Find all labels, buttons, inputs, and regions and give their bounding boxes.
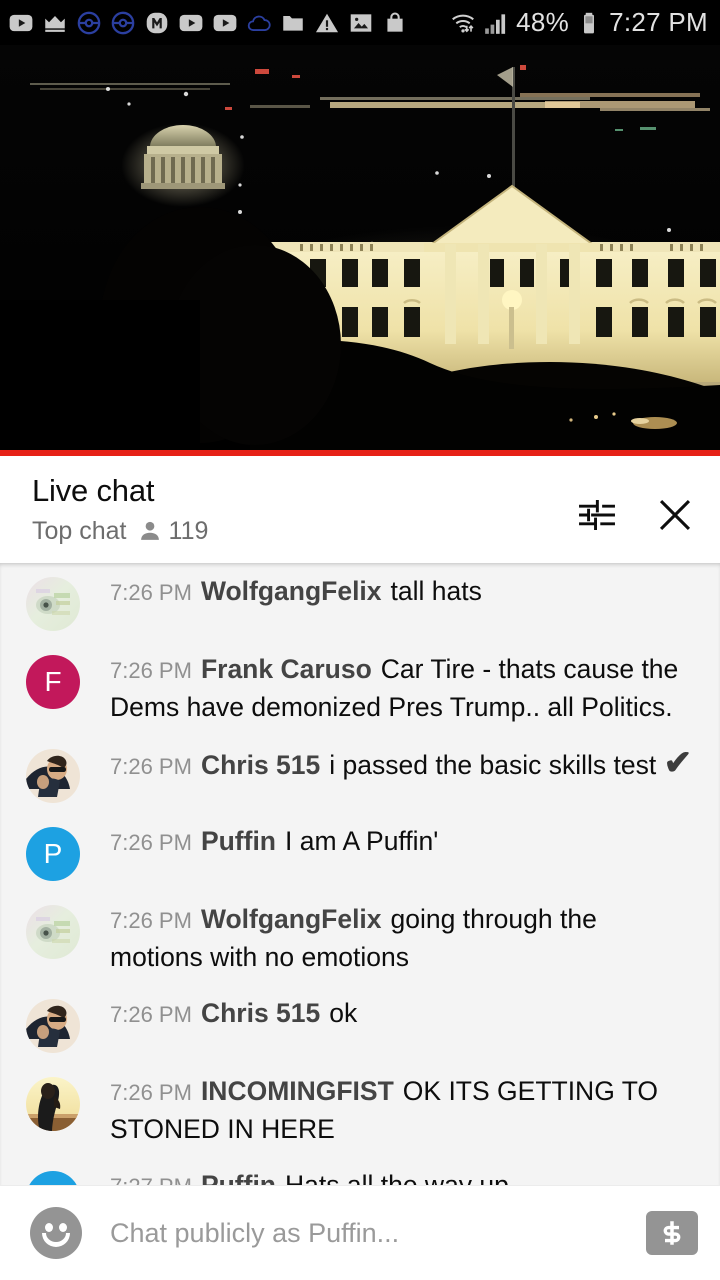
folder-icon [283,15,303,31]
chat-message-body: 7:26 PM Frank Caruso Car Tire - thats caus… [110,651,696,725]
message-timestamp: 7:26 PM [110,830,192,855]
avatar[interactable]: F [26,655,80,709]
chat-message-body: 7:26 PM Puffin I am A Puffin' [110,823,696,861]
viewer-count: 119 [137,516,209,546]
dollar-icon [663,1221,681,1245]
message-author[interactable]: Frank Caruso [201,654,372,684]
chat-message-list[interactable]: 7:26 PM WolfgangFelix tall hats F 7:26 PM Fra… [0,563,720,1185]
page-title: Live chat [32,473,155,508]
avatar-image [26,749,80,803]
live-chat-header: Live chat Top chat 119 [0,456,720,563]
avatar-image [26,999,80,1053]
messenger-icon [146,12,168,33]
youtube-live-chat-screen: 48% 7:27 PM Live chat Top chat 119 7:26 … [0,0,720,1280]
heavy-check-mark-icon: ✔ [663,744,693,782]
shopping-bag-icon [387,11,403,32]
avatar-initial: P [43,838,63,869]
message-author[interactable]: Puffin [201,1170,276,1185]
chat-message-body: 7:26 PM Chris 515 i passed the basic skill… [110,745,696,785]
message-text: I am A Puffin' [285,826,439,856]
avatar-image [26,577,80,631]
youtube-icon [179,14,203,31]
photo-icon [350,13,372,32]
avatar-initial: F [44,666,62,697]
battery-percent-label: 48% [516,7,570,37]
message-text: i passed the basic skills test [329,750,657,780]
wifi-icon [452,14,475,33]
message-text: Hats all the way up [285,1170,509,1185]
message-timestamp: 7:26 PM [110,1080,192,1105]
warning-icon [315,13,339,32]
status-bar-system-icons: 48% 7:27 PM [450,7,708,38]
emoji-smiley-icon[interactable] [30,1207,82,1259]
avatar-image [26,1077,80,1131]
chat-message-body: 7:26 PM WolfgangFelix tall hats [110,573,696,611]
close-chat-button[interactable] [652,492,698,538]
message-author[interactable]: WolfgangFelix [201,576,382,606]
youtube-icon [9,14,33,31]
chat-message[interactable]: 7:26 PM WolfgangFelix going through the mo… [0,891,720,985]
pokeball-icon [111,11,135,34]
chat-message-body: 7:26 PM WolfgangFelix going through the mo… [110,901,696,975]
youtube-icon [213,14,237,31]
message-text: ok [329,998,358,1028]
message-text: Car Tire - thats cause the Dems have dem… [110,654,679,722]
message-timestamp: 7:27 PM [110,1174,192,1185]
avatar[interactable]: P [26,1171,80,1185]
message-timestamp: 7:26 PM [110,1002,192,1027]
live-chat-subheader: Top chat 119 [32,516,574,546]
battery-icon [584,12,595,33]
chat-message[interactable]: F 7:26 PM Frank Caruso Car Tire - thats cau… [0,641,720,735]
chat-message-body: 7:27 PM Puffin Hats all the way up [110,1167,696,1185]
message-timestamp: 7:26 PM [110,580,192,605]
cloud-icon [247,15,271,31]
message-author[interactable]: WolfgangFelix [201,904,382,934]
message-author[interactable]: Chris 515 [201,750,320,780]
message-author[interactable]: Puffin [201,826,276,856]
chat-input[interactable] [110,1217,646,1249]
cell-signal-icon [485,13,506,34]
status-bar: 48% 7:27 PM [0,0,720,45]
white-house-night-frame [0,45,720,450]
message-timestamp: 7:26 PM [110,908,192,933]
chat-message[interactable]: 7:26 PM Chris 515 ok [0,985,720,1063]
chat-message[interactable]: 7:26 PM WolfgangFelix tall hats [0,563,720,641]
jefferson-memorial [121,123,245,207]
avatar[interactable] [26,749,80,803]
chat-mode-label[interactable]: Top chat [32,516,127,546]
avatar[interactable] [26,999,80,1053]
avatar[interactable] [26,905,80,959]
chat-message[interactable]: 7:26 PM INCOMINGFIST OK ITS GETTING TO STO… [0,1063,720,1157]
video-player[interactable] [0,45,720,450]
avatar[interactable]: P [26,827,80,881]
clock-label: 7:27 PM [609,7,708,37]
chat-message[interactable]: P 7:26 PM Puffin I am A Puffin' [0,813,720,891]
chat-input-bar [0,1185,720,1280]
viewer-count-label: 119 [168,516,209,545]
avatar[interactable] [26,577,80,631]
message-author[interactable]: Chris 515 [201,998,320,1028]
person-icon [140,521,159,540]
sliders-icon [579,499,615,531]
close-icon [659,499,691,531]
avatar[interactable] [26,1077,80,1131]
message-timestamp: 7:26 PM [110,754,192,779]
live-chat-titles: Live chat Top chat 119 [32,472,574,546]
chat-message-body: 7:26 PM Chris 515 ok [110,995,696,1033]
message-author[interactable]: INCOMINGFIST [201,1076,394,1106]
live-chat-header-actions [574,472,698,538]
chat-settings-button[interactable] [574,492,620,538]
superchat-button[interactable] [646,1211,698,1255]
crown-icon [45,15,65,32]
chat-message-body: 7:26 PM INCOMINGFIST OK ITS GETTING TO STO… [110,1073,696,1147]
pokeball-icon [77,11,101,34]
chat-message[interactable]: P 7:27 PM Puffin Hats all the way up [0,1157,720,1185]
chat-message[interactable]: 7:26 PM Chris 515 i passed the basic skill… [0,735,720,813]
avatar-image [26,905,80,959]
message-text: tall hats [390,576,482,606]
status-bar-notification-icons [8,10,450,36]
message-timestamp: 7:26 PM [110,658,192,683]
